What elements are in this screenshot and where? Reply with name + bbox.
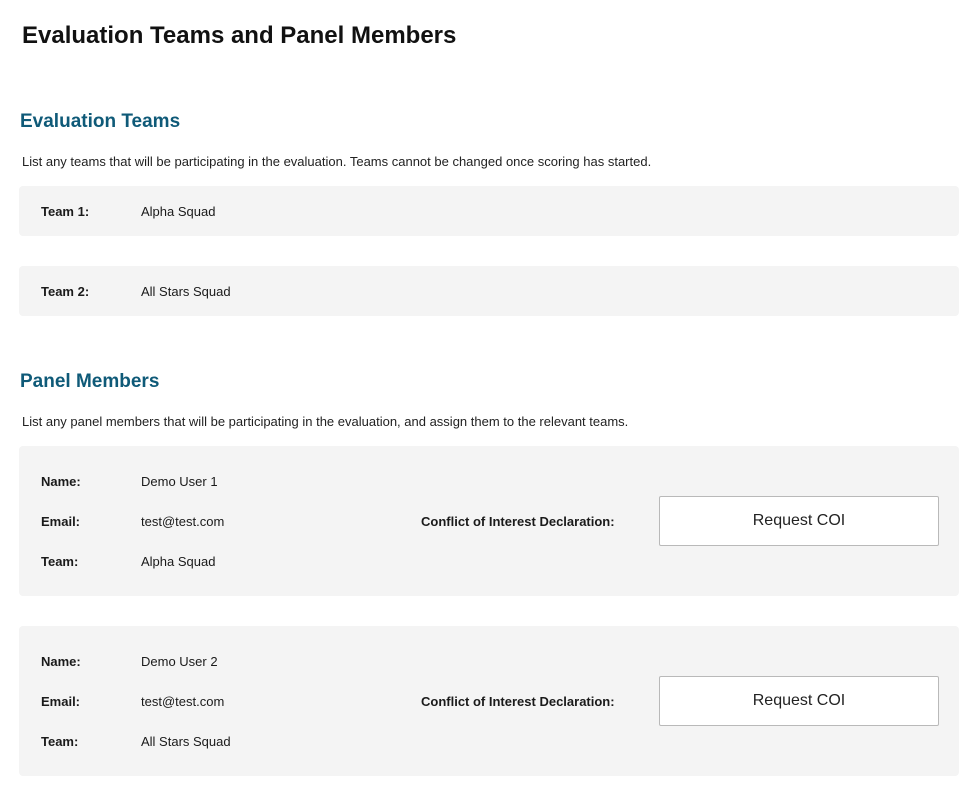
- member-team-label: Team:: [41, 734, 79, 749]
- member-name-label: Name:: [41, 654, 81, 669]
- coi-declaration-label: Conflict of Interest Declaration:: [421, 514, 615, 529]
- member-email-label: Email:: [41, 694, 81, 709]
- member-email: test@test.com: [141, 514, 225, 529]
- team-name: Alpha Squad: [141, 204, 216, 219]
- request-coi-button[interactable]: Request COI: [659, 676, 939, 726]
- team-label: Team 2:: [41, 284, 90, 299]
- page: Evaluation Teams and Panel Members Evalu…: [0, 0, 976, 796]
- evaluation-teams-description: List any teams that will be participatin…: [22, 154, 652, 169]
- team-label: Team 1:: [41, 204, 90, 219]
- page-title: Evaluation Teams and Panel Members: [22, 22, 457, 49]
- panel-members-description: List any panel members that will be part…: [22, 414, 629, 429]
- panel-members-heading: Panel Members: [20, 371, 160, 392]
- request-coi-button[interactable]: Request COI: [659, 496, 939, 546]
- team-name: All Stars Squad: [141, 284, 231, 299]
- member-name: Demo User 1: [141, 474, 218, 489]
- evaluation-teams-heading: Evaluation Teams: [20, 111, 181, 132]
- coi-declaration-label: Conflict of Interest Declaration:: [421, 694, 615, 709]
- team-card-1: Team 1: Alpha Squad: [19, 186, 959, 236]
- member-team-label: Team:: [41, 554, 79, 569]
- panel-member-card-1: Name: Demo User 1 Email: test@test.com T…: [19, 446, 959, 596]
- panel-member-card-2: Name: Demo User 2 Email: test@test.com T…: [19, 626, 959, 776]
- member-name-label: Name:: [41, 474, 81, 489]
- team-card-2: Team 2: All Stars Squad: [19, 266, 959, 316]
- member-team: Alpha Squad: [141, 554, 216, 569]
- member-email: test@test.com: [141, 694, 225, 709]
- member-team: All Stars Squad: [141, 734, 231, 749]
- member-email-label: Email:: [41, 514, 81, 529]
- member-name: Demo User 2: [141, 654, 218, 669]
